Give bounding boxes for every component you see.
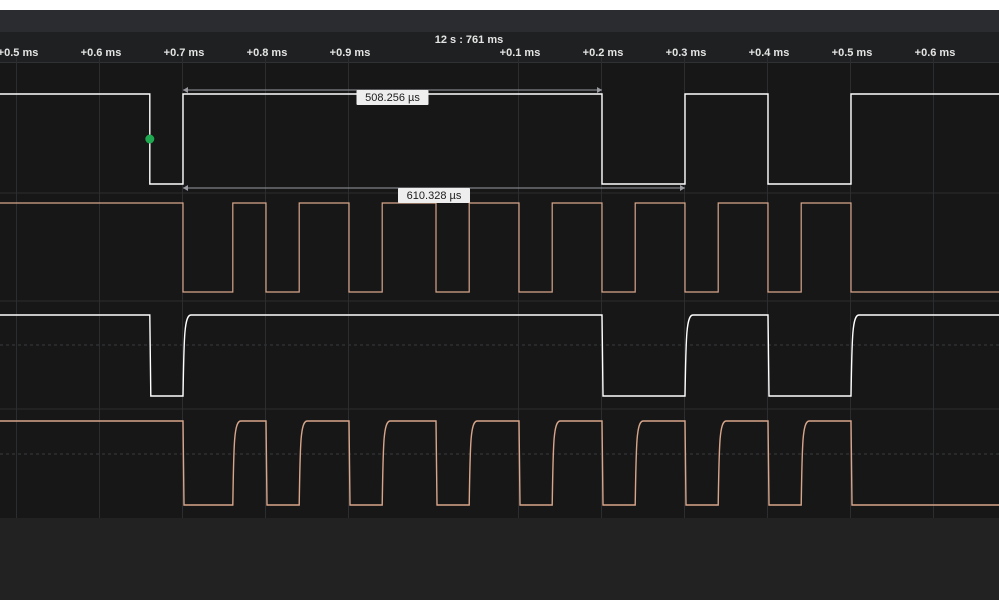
time-tick-label: +0.4 ms <box>749 47 790 59</box>
time-tick-label: +0.1 ms <box>500 47 541 59</box>
reference-time-label: 12 s : 761 ms <box>435 34 504 46</box>
time-tick-label: +0.7 ms <box>164 47 205 59</box>
channel-track <box>0 410 999 518</box>
time-tick-label: +0.8 ms <box>247 47 288 59</box>
time-tick-label: +0.5 ms <box>832 47 873 59</box>
time-tick-label: +0.9 ms <box>330 47 371 59</box>
time-tick-label: +0.6 ms <box>81 47 122 59</box>
time-tick-label: +0.6 ms <box>915 47 956 59</box>
timing-marker[interactable] <box>145 134 155 144</box>
time-tick-label: +0.2 ms <box>583 47 624 59</box>
logic-analyzer-window: 12 s : 761 ms +0.5 ms +0.6 ms +0.7 ms +0.8 … <box>0 0 999 600</box>
time-tick-labels: +0.5 ms +0.6 ms +0.7 ms +0.8 ms +0.9 ms +0.1 … <box>0 47 955 59</box>
markers[interactable] <box>145 134 155 144</box>
measurement-label: 610.328 µs <box>407 190 462 202</box>
channel-track <box>0 194 999 300</box>
time-tick-label: +0.5 ms <box>0 47 38 59</box>
waveform-view[interactable]: 12 s : 761 ms +0.5 ms +0.6 ms +0.7 ms +0.8 … <box>0 0 999 600</box>
time-tick-label: +0.3 ms <box>666 47 707 59</box>
measurement-label: 508.256 µs <box>365 92 420 104</box>
